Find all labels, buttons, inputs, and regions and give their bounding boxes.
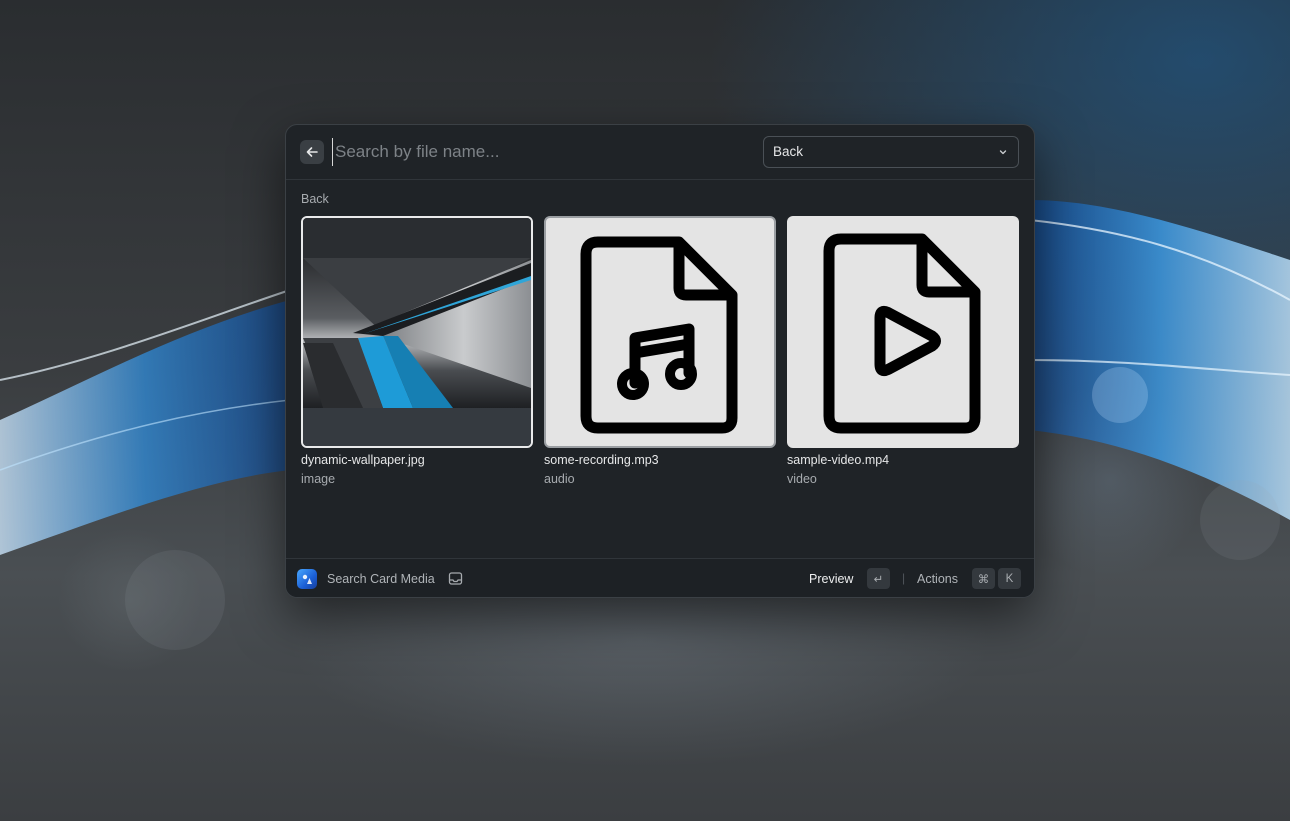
enter-key-hint: ↵ bbox=[867, 568, 890, 589]
extension-icon bbox=[297, 569, 317, 589]
command-title: Search Card Media bbox=[327, 572, 435, 586]
chevron-down-icon bbox=[999, 150, 1007, 155]
actions-button[interactable]: Actions bbox=[917, 572, 958, 586]
file-type: image bbox=[301, 472, 336, 486]
divider: | bbox=[902, 571, 906, 585]
grid-item-audio[interactable]: some-recording.mp3 audio bbox=[544, 216, 776, 486]
audio-file-icon bbox=[580, 236, 738, 434]
audio-thumbnail[interactable] bbox=[544, 216, 776, 448]
search-input[interactable] bbox=[332, 138, 735, 166]
action-bar: Search Card Media Preview ↵ | Actions ⌘ … bbox=[286, 558, 1034, 597]
video-thumbnail[interactable] bbox=[787, 216, 1019, 448]
video-file-icon bbox=[823, 233, 981, 434]
search-bar: Back bbox=[286, 125, 1034, 180]
preview-action[interactable]: Preview bbox=[809, 572, 853, 586]
grid-item-image[interactable]: dynamic-wallpaper.jpg image bbox=[301, 216, 533, 486]
tray-icon[interactable] bbox=[448, 571, 463, 591]
back-button[interactable] bbox=[300, 140, 324, 164]
wallpaper-thumbnail-image bbox=[303, 218, 531, 446]
section-heading: Back bbox=[301, 192, 329, 206]
k-key-hint: K bbox=[998, 568, 1021, 589]
media-search-window: Back Back bbox=[285, 124, 1035, 598]
filter-dropdown[interactable]: Back bbox=[763, 136, 1019, 168]
grid-item-video[interactable]: sample-video.mp4 video bbox=[787, 216, 1019, 486]
command-key-hint: ⌘ bbox=[972, 568, 995, 589]
file-name: sample-video.mp4 bbox=[787, 453, 890, 467]
arrow-left-icon bbox=[306, 147, 318, 157]
file-name: some-recording.mp3 bbox=[544, 453, 659, 467]
image-thumbnail[interactable] bbox=[301, 216, 533, 448]
file-name: dynamic-wallpaper.jpg bbox=[301, 453, 425, 467]
file-type: audio bbox=[544, 472, 575, 486]
filter-dropdown-value: Back bbox=[773, 144, 804, 159]
file-type: video bbox=[787, 472, 817, 486]
